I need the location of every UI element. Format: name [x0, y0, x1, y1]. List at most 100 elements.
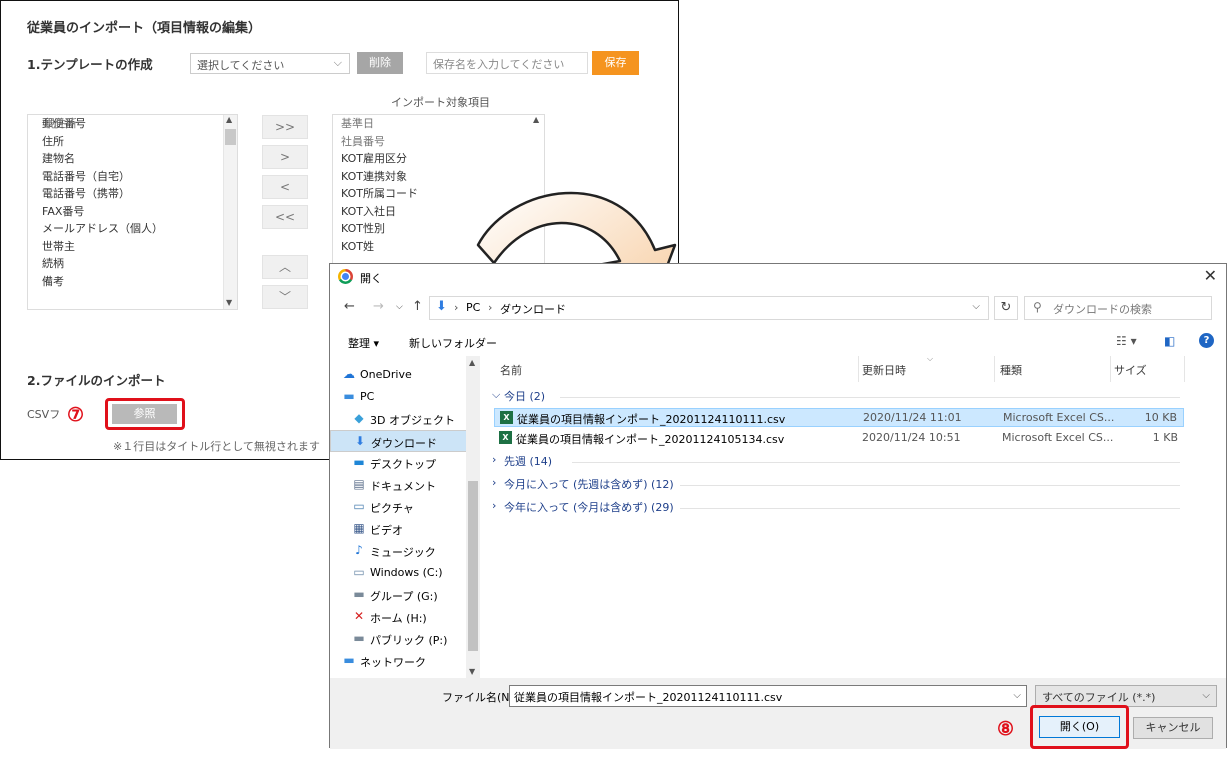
scroll-thumb[interactable] [468, 481, 478, 651]
filename-input[interactable]: 従業員の項目情報インポート_20201124110111.csv ⌵ [509, 685, 1027, 707]
list-item[interactable]: 住所 [28, 133, 237, 151]
list-item[interactable]: 建物名 [28, 150, 237, 168]
onedrive-icon: ☁ [343, 367, 355, 381]
save-button[interactable]: 保存 [592, 51, 639, 75]
move-all-right-button[interactable]: >> [262, 115, 308, 139]
scroll-up-icon[interactable]: ▲ [226, 115, 232, 124]
recent-chevron-icon[interactable]: ⌵ [396, 302, 403, 312]
save-name-input[interactable]: 保存名を入力してください [426, 52, 588, 74]
breadcrumb-downloads[interactable]: ダウンロード [500, 301, 566, 317]
nav-item[interactable]: ▤ ドキュメント [330, 474, 468, 496]
list-item[interactable]: 備考 [28, 273, 237, 291]
new-folder-button[interactable]: 新しいフォルダー [409, 335, 497, 351]
scroll-up-icon[interactable]: ▲ [469, 358, 475, 367]
list-item[interactable]: 続柄 [28, 255, 237, 273]
template-select[interactable]: 選択してください ⌵ [190, 53, 350, 74]
group-chevron-icon: › [492, 453, 497, 466]
filetype-value: すべてのファイル (*.*) [1042, 691, 1156, 704]
up-arrow-icon[interactable]: ↑ [412, 299, 423, 314]
chevron-down-icon: ﹀ [278, 290, 291, 304]
file-row[interactable]: X 従業員の項目情報インポート_20201124105134.csv 2020/… [494, 429, 1184, 448]
list-item[interactable]: 世帯主 [28, 238, 237, 256]
list-item[interactable]: 社員番号 [333, 133, 544, 151]
nav-item[interactable]: ☁ OneDrive [330, 364, 468, 386]
list-item[interactable]: FAX番号 [28, 203, 237, 221]
breadcrumb-pc[interactable]: PC [466, 301, 480, 314]
refresh-button[interactable]: ↻ [994, 296, 1018, 320]
chevron-down-icon: ⌵ [333, 56, 342, 69]
chevron-down-icon[interactable]: ⌵ [972, 301, 980, 312]
browse-button[interactable]: 参照 [112, 404, 177, 424]
breadcrumb-separator: › [488, 301, 493, 314]
navigation-scrollbar[interactable]: ▲ ▼ [466, 356, 480, 678]
desktop-icon: ▬ [353, 455, 365, 469]
preview-pane-icon[interactable]: ◧ [1164, 334, 1175, 348]
search-input[interactable]: ⚲ ダウンロードの検索 [1024, 296, 1212, 320]
nav-item[interactable]: ▬ グループ (G:) [330, 584, 468, 606]
address-bar[interactable]: ⬇ › PC › ダウンロード ⌵ [429, 296, 989, 320]
move-down-button[interactable]: ﹀ [262, 285, 308, 309]
chevron-down-icon[interactable]: ⌵ [1013, 690, 1021, 701]
open-button[interactable]: 開く(O) [1039, 716, 1120, 738]
nav-item[interactable]: ▬ ネットワーク [330, 650, 468, 672]
scroll-up-icon[interactable]: ▲ [533, 115, 539, 124]
page-title: 従業員のインポート（項目情報の編集） [27, 21, 262, 36]
group-this-year[interactable]: › 今年に入って (今月は含めず) (29) [492, 499, 1212, 517]
list-item[interactable]: 現住所 [38, 115, 237, 133]
column-type[interactable]: 種類 [1000, 362, 1022, 388]
nav-item[interactable]: ▬ デスクトップ [330, 452, 468, 474]
column-modified[interactable]: 更新日時 [862, 362, 906, 388]
move-up-button[interactable]: ︿ [262, 255, 308, 279]
back-arrow-icon[interactable]: ← [344, 299, 355, 314]
breadcrumb-separator: › [454, 301, 459, 314]
section-file-import-heading: 2.ファイルのインポート [27, 373, 166, 388]
column-size[interactable]: サイズ [1114, 362, 1147, 388]
column-name[interactable]: 名前 [500, 362, 522, 388]
downloads-icon: ⬇ [354, 434, 366, 448]
help-icon[interactable]: ? [1199, 333, 1214, 348]
refresh-icon: ↻ [1000, 300, 1012, 315]
move-left-button[interactable]: < [262, 175, 308, 199]
group-last-week[interactable]: › 先週 (14) [492, 453, 1212, 471]
delete-button[interactable]: 削除 [357, 52, 403, 74]
group-this-month[interactable]: › 今月に入って (先週は含めず) (12) [492, 476, 1212, 494]
scrollbar[interactable]: ▲ ▼ [223, 115, 237, 309]
drive-h-icon: ✕ [353, 609, 365, 623]
nav-item[interactable]: ▦ ビデオ [330, 518, 468, 540]
nav-item[interactable]: ▬ PC [330, 386, 468, 408]
nav-item[interactable]: ▭ ピクチャ [330, 496, 468, 518]
list-item[interactable]: 基準日 [333, 115, 544, 133]
list-item[interactable]: 電話番号（携帯） [28, 185, 237, 203]
nav-item[interactable]: ⬇ ダウンロード [330, 430, 468, 452]
forward-arrow-icon[interactable]: → [373, 299, 384, 314]
view-options-icon[interactable]: ☷ ▾ [1116, 334, 1137, 348]
chrome-icon [338, 269, 353, 284]
sort-chevron-icon: ⌵ [927, 354, 934, 363]
scroll-down-icon[interactable]: ▼ [226, 298, 232, 307]
pc-icon: ▬ [343, 389, 355, 403]
pictures-icon: ▭ [353, 499, 365, 513]
scroll-thumb[interactable] [225, 129, 236, 145]
organize-button[interactable]: 整理 ▾ [348, 335, 379, 351]
move-all-left-button[interactable]: << [262, 205, 308, 229]
scroll-down-icon[interactable]: ▼ [469, 667, 475, 676]
nav-item[interactable]: ♪ ミュージック [330, 540, 468, 562]
move-right-button[interactable]: > [262, 145, 308, 169]
close-icon[interactable]: ✕ [1204, 266, 1217, 285]
available-fields-list[interactable]: 現住所 郵便番号 住所 建物名 電話番号（自宅） 電話番号（携帯） FAX番号 メールアドレス… [27, 114, 238, 310]
nav-item-label: パブリック (P:) [370, 634, 448, 647]
file-row[interactable]: X 従業員の項目情報インポート_20201124110111.csv 2020/… [494, 408, 1184, 427]
navigation-bar: ← → ⌵ ↑ ⬇ › PC › ダウンロード ⌵ ↻ ⚲ ダウンロードの検索 [330, 290, 1226, 326]
list-item[interactable]: メールアドレス（個人） [28, 220, 237, 238]
group-today[interactable]: ⌵ 今日 (2) [492, 388, 1212, 406]
filetype-select[interactable]: すべてのファイル (*.*) ⌵ [1035, 685, 1217, 707]
cancel-button[interactable]: キャンセル [1133, 717, 1213, 739]
nav-item[interactable]: ✕ ホーム (H:) [330, 606, 468, 628]
csv-file-label: CSVフ [27, 408, 61, 421]
step-8-marker: ⑧ [997, 718, 1015, 740]
nav-item[interactable]: ◆ 3D オブジェクト [330, 408, 468, 430]
nav-item[interactable]: ▬ パブリック (P:) [330, 628, 468, 650]
nav-item-label: ドキュメント [370, 480, 436, 493]
list-item[interactable]: 電話番号（自宅） [28, 168, 237, 186]
nav-item[interactable]: ▭ Windows (C:) [330, 562, 468, 584]
